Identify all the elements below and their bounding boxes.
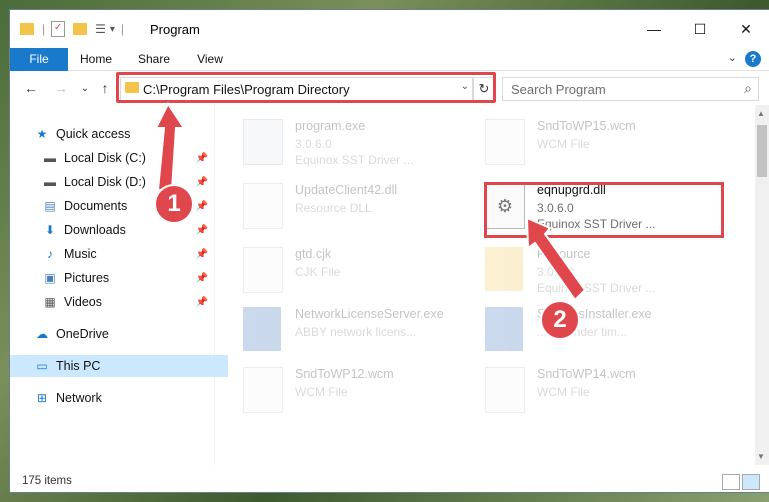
annotation-arrows [154, 102, 587, 302]
callout-1: 1 [154, 184, 194, 224]
arrow-1 [154, 102, 186, 191]
callout-2: 2 [540, 300, 580, 340]
arrow-2 [525, 216, 587, 302]
